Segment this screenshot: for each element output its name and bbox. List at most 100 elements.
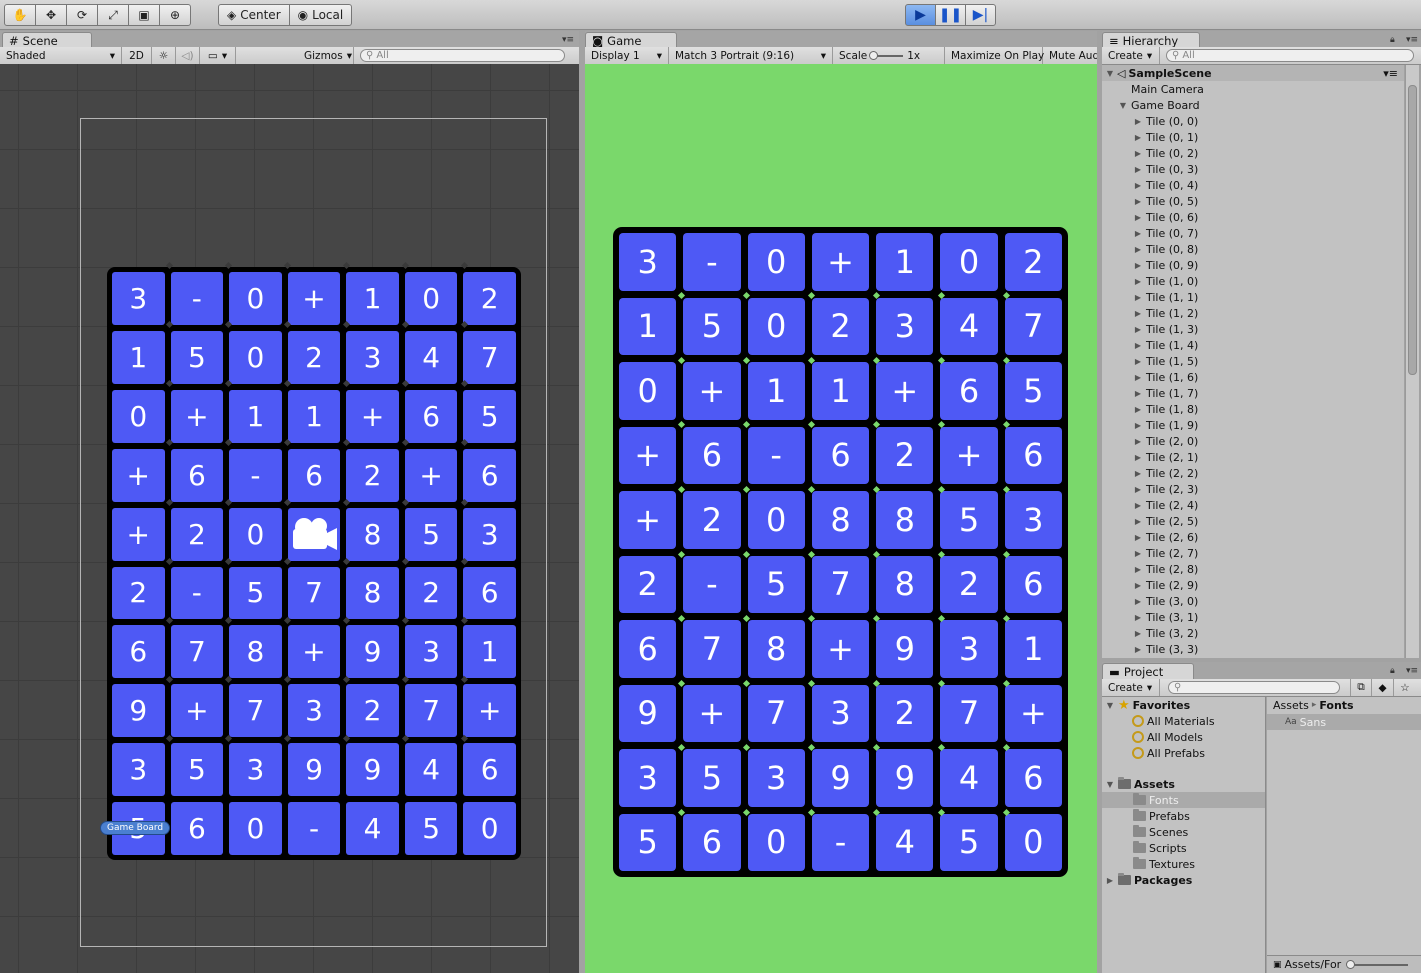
collapse-arrow-icon[interactable]: ▶	[1133, 341, 1143, 350]
board-tile[interactable]: +	[811, 620, 870, 678]
camera-gizmo-icon[interactable]	[289, 515, 339, 555]
collapse-arrow-icon[interactable]: ▶	[1133, 309, 1143, 318]
audio-toggle[interactable]: ◁)	[176, 47, 200, 64]
collapse-arrow-icon[interactable]: ▶	[1133, 245, 1143, 254]
collapse-arrow-icon[interactable]: ▶	[1133, 229, 1143, 238]
board-tile[interactable]: 0	[229, 330, 282, 384]
hierarchy-item-tile[interactable]: ▶ Tile (2, 6)	[1133, 529, 1198, 545]
hierarchy-item-tile[interactable]: ▶ Tile (2, 3)	[1133, 481, 1198, 497]
board-tile[interactable]: 1	[463, 625, 516, 679]
collapse-arrow-icon[interactable]: ▶	[1133, 213, 1143, 222]
packages-row[interactable]: ▶ Packages	[1105, 872, 1192, 888]
hierarchy-item-tile[interactable]: ▶ Tile (2, 7)	[1133, 545, 1198, 561]
board-tile[interactable]: 3	[112, 272, 165, 325]
board-tile[interactable]: 8	[811, 491, 870, 549]
step-button[interactable]: ▶|	[965, 4, 996, 26]
board-tile[interactable]: 1	[287, 389, 341, 443]
board-tile[interactable]: 7	[229, 684, 282, 738]
panel-menu-icon[interactable]: ▾≡	[1406, 666, 1418, 676]
asset-sans-font[interactable]: Aa Sans	[1267, 714, 1421, 730]
board-tile[interactable]: -	[683, 555, 741, 613]
hierarchy-item-tile[interactable]: ▶ Tile (0, 1)	[1133, 129, 1198, 145]
board-tile[interactable]: 6	[683, 813, 741, 871]
board-tile[interactable]: 3	[940, 620, 998, 678]
game-board-scene-label[interactable]: Game Board	[100, 821, 171, 835]
board-tile[interactable]: +	[683, 362, 741, 420]
gizmos-dropdown[interactable]: Gizmos ▾	[298, 47, 354, 64]
board-tile[interactable]: 4	[404, 330, 458, 384]
board-tile[interactable]: 5	[1004, 362, 1062, 420]
board-tile[interactable]: 5	[404, 802, 458, 855]
collapse-arrow-icon[interactable]: ▶	[1133, 197, 1143, 206]
board-tile[interactable]: +	[619, 491, 677, 549]
board-tile[interactable]: 6	[463, 743, 516, 797]
mute-audio-toggle[interactable]: Mute Audi	[1043, 47, 1097, 64]
board-tile[interactable]: 5	[683, 749, 741, 807]
folder-scripts[interactable]: Scripts	[1133, 840, 1187, 856]
collapse-arrow-icon[interactable]: ▶	[1133, 277, 1143, 286]
board-tile[interactable]: 4	[404, 743, 458, 797]
board-tile[interactable]: +	[346, 389, 399, 443]
board-tile[interactable]: +	[404, 448, 458, 502]
expand-arrow-icon[interactable]: ▼	[1105, 780, 1115, 789]
board-tile[interactable]: 1	[811, 362, 870, 420]
board-tile[interactable]: 7	[404, 684, 458, 738]
collapse-arrow-icon[interactable]: ▶	[1133, 181, 1143, 190]
board-tile[interactable]: 8	[346, 566, 399, 620]
collapse-arrow-icon[interactable]: ▶	[1133, 645, 1143, 654]
board-tile[interactable]: 8	[346, 507, 399, 561]
board-tile[interactable]: -	[170, 272, 224, 325]
tab-game[interactable]: ◙ Game	[585, 32, 677, 48]
board-tile[interactable]: +	[287, 625, 341, 679]
panel-menu-icon[interactable]: ▾≡	[562, 35, 574, 45]
slider-thumb[interactable]	[1346, 959, 1356, 969]
board-tile[interactable]: 2	[876, 684, 934, 742]
collapse-arrow-icon[interactable]: ▶	[1133, 517, 1143, 526]
board-tile[interactable]: 3	[287, 684, 341, 738]
collapse-arrow-icon[interactable]: ▶	[1133, 389, 1143, 398]
fav-all-prefabs[interactable]: All Prefabs	[1132, 745, 1205, 761]
fav-all-models[interactable]: All Models	[1132, 729, 1203, 745]
project-create-dropdown[interactable]: Create ▾	[1102, 679, 1160, 696]
board-tile[interactable]: 6	[1004, 426, 1062, 484]
scale-thumb[interactable]	[869, 50, 879, 60]
icon-size-slider[interactable]	[1346, 959, 1409, 969]
game-viewport[interactable]: 3-0 +1 0 2 1 5 0 2 3 4 7 0 +1 1 +6 5 +6-6 2 +6 +2 0 8 8 5 3 2-5 7 8…	[585, 64, 1097, 973]
filter-label-button[interactable]: ◆	[1372, 679, 1394, 696]
folder-scenes[interactable]: Scenes	[1133, 824, 1188, 840]
board-tile[interactable]: 7	[940, 684, 998, 742]
board-tile[interactable]: 0	[404, 272, 458, 325]
board-tile[interactable]: 7	[287, 566, 341, 620]
board-tile[interactable]: +	[1004, 684, 1062, 742]
board-tile[interactable]: +	[170, 389, 224, 443]
collapse-arrow-icon[interactable]: ▶	[1133, 629, 1143, 638]
board-tile[interactable]: 0	[229, 507, 282, 561]
maximize-on-play-toggle[interactable]: Maximize On Play	[945, 47, 1044, 64]
board-tile[interactable]: 3	[112, 743, 165, 797]
board-tile[interactable]: 2	[346, 684, 399, 738]
hierarchy-item-tile[interactable]: ▶ Tile (3, 3)	[1133, 641, 1198, 657]
board-tile[interactable]: 1	[112, 330, 165, 384]
board-tile[interactable]: 3	[229, 743, 282, 797]
expand-arrow-icon[interactable]: ▼	[1105, 701, 1115, 710]
board-tile[interactable]: 0	[112, 389, 165, 443]
hierarchy-item-tile[interactable]: ▶ Tile (2, 5)	[1133, 513, 1198, 529]
board-tile[interactable]: +	[876, 362, 934, 420]
hierarchy-item-tile[interactable]: ▶ Tile (1, 1)	[1133, 289, 1198, 305]
collapse-arrow-icon[interactable]: ▶	[1133, 597, 1143, 606]
hierarchy-item-tile[interactable]: ▶ Tile (0, 6)	[1133, 209, 1198, 225]
collapse-arrow-icon[interactable]: ▶	[1133, 293, 1143, 302]
board-tile[interactable]: +	[287, 272, 341, 325]
board-tile[interactable]: 1	[747, 362, 805, 420]
favorites-row[interactable]: ▼ ★ Favorites	[1105, 697, 1190, 713]
hierarchy-item-tile[interactable]: ▶ Tile (1, 2)	[1133, 305, 1198, 321]
collapse-arrow-icon[interactable]: ▶	[1133, 453, 1143, 462]
board-tile[interactable]: 2	[404, 566, 458, 620]
board-tile[interactable]: 6	[463, 448, 516, 502]
hierarchy-item-tile[interactable]: ▶ Tile (1, 3)	[1133, 321, 1198, 337]
hierarchy-item-tile[interactable]: ▶ Tile (3, 2)	[1133, 625, 1198, 641]
hierarchy-item-tile[interactable]: ▶ Tile (1, 4)	[1133, 337, 1198, 353]
collapse-arrow-icon[interactable]: ▶	[1133, 325, 1143, 334]
collapse-arrow-icon[interactable]: ▶	[1133, 581, 1143, 590]
board-tile[interactable]: 2	[346, 448, 399, 502]
